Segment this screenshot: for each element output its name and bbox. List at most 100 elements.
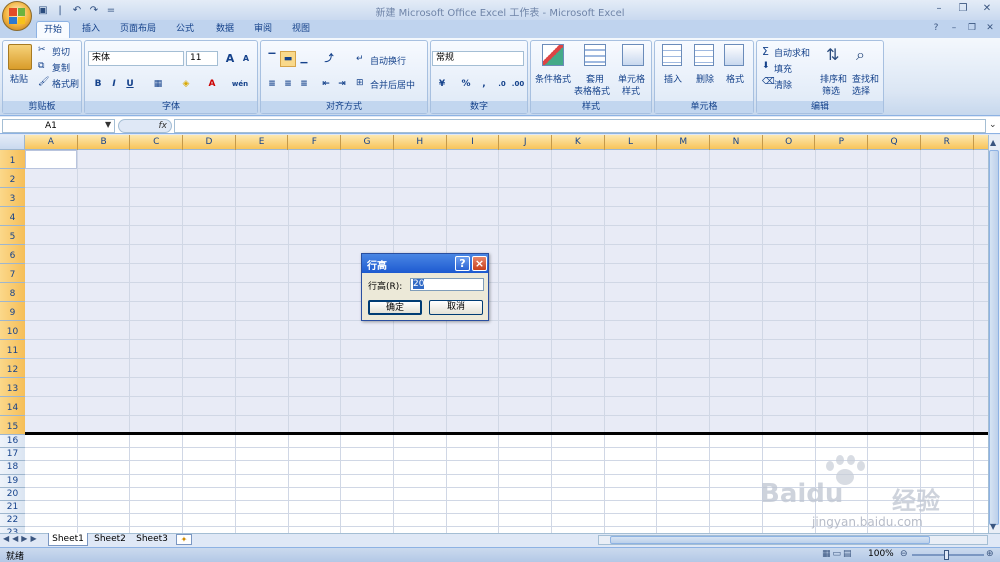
help-icon[interactable]: ? (930, 22, 942, 34)
column-header[interactable]: C (130, 135, 184, 150)
sheet-nav-icons[interactable]: ◀◀▶▶ (3, 534, 40, 543)
number-format-combo[interactable]: 常规 (432, 51, 524, 66)
tab-formulas[interactable]: 公式 (168, 21, 202, 38)
find-select-icon[interactable]: ⌕ (856, 45, 865, 65)
bold-button[interactable]: B (90, 76, 106, 92)
paste-button[interactable]: 粘贴 (10, 72, 28, 85)
tab-insert[interactable]: 插入 (74, 21, 108, 38)
borders-icon[interactable]: ▦ (150, 76, 166, 92)
row-header[interactable]: 16 (0, 435, 25, 449)
row-header[interactable]: 12 (0, 359, 25, 378)
cut-icon[interactable]: ✂ (38, 45, 46, 55)
row-header[interactable]: 13 (0, 378, 25, 397)
font-color-button[interactable]: A (204, 76, 220, 92)
cell-styles-icon[interactable] (622, 44, 644, 66)
align-left-icon[interactable]: ≡ (264, 76, 280, 92)
column-header[interactable]: F (289, 135, 342, 150)
dialog-help-button[interactable]: ? (455, 256, 470, 271)
table-format-icon[interactable] (584, 44, 606, 66)
conditional-format-button[interactable]: 条件格式 (535, 72, 571, 85)
column-header[interactable]: G (341, 135, 394, 150)
minimize-icon[interactable]: – (930, 2, 948, 16)
cut-button[interactable]: 剪切 (52, 45, 70, 58)
fill-icon[interactable]: ⬇ (762, 61, 770, 71)
column-header[interactable]: M (657, 135, 711, 150)
expand-formula-bar-icon[interactable]: ⌄ (989, 120, 997, 130)
column-header[interactable]: A (25, 135, 78, 150)
format-painter-button[interactable]: 格式刷 (52, 77, 79, 90)
cell-styles-label-2[interactable]: 样式 (622, 84, 640, 97)
column-header[interactable]: P (816, 135, 869, 150)
vertical-scroll-thumb[interactable] (989, 150, 999, 525)
merge-center-button[interactable]: 合并后居中 (370, 78, 415, 91)
column-header[interactable]: Q (868, 135, 921, 150)
doc-restore-icon[interactable]: ❐ (966, 22, 978, 34)
zoom-slider-thumb[interactable] (944, 550, 949, 560)
office-button[interactable] (2, 1, 32, 31)
name-box-dropdown-icon[interactable]: ▼ (105, 120, 111, 129)
fill-color-icon[interactable]: ◈ (178, 76, 194, 92)
row-height-input[interactable]: 20 (410, 278, 484, 291)
column-header[interactable]: K (552, 135, 605, 150)
currency-icon[interactable]: ¥ (434, 76, 450, 92)
doc-minimize-icon[interactable]: – (948, 22, 960, 34)
phonetic-button[interactable]: wén (230, 76, 250, 92)
comma-button[interactable]: , (476, 76, 492, 92)
delete-cells-icon[interactable] (694, 44, 714, 66)
horizontal-scroll-thumb[interactable] (610, 536, 930, 544)
column-header[interactable]: O (763, 135, 816, 150)
row-header[interactable]: 19 (0, 474, 25, 488)
sort-filter-label-2[interactable]: 筛选 (822, 84, 840, 97)
format-cells-button[interactable]: 格式 (726, 72, 744, 85)
insert-cells-button[interactable]: 插入 (664, 72, 682, 85)
row-header[interactable]: 15 (0, 416, 25, 435)
tab-data[interactable]: 数据 (208, 21, 242, 38)
find-select-label-2[interactable]: 选择 (852, 84, 870, 97)
format-painter-icon[interactable]: 🖌 (38, 77, 49, 87)
scroll-up-icon[interactable]: ▲ (990, 138, 996, 147)
row-header[interactable]: 3 (0, 188, 25, 207)
column-header[interactable]: J (499, 135, 552, 150)
column-header[interactable]: I (447, 135, 500, 150)
decrease-decimal-icon[interactable]: .00 (510, 76, 526, 92)
tab-home[interactable]: 开始 (36, 21, 70, 38)
row-header[interactable]: 20 (0, 487, 25, 501)
row-header[interactable]: 1 (0, 150, 25, 169)
conditional-format-icon[interactable] (542, 44, 564, 66)
doc-close-icon[interactable]: ✕ (984, 22, 996, 34)
clear-icon[interactable]: ⌫ (762, 77, 775, 87)
clear-button[interactable]: 清除 (774, 78, 792, 91)
autosum-icon[interactable]: Σ (762, 45, 769, 58)
format-cells-icon[interactable] (724, 44, 744, 66)
wrap-text-icon[interactable]: ↵ (356, 54, 364, 64)
percent-button[interactable]: % (458, 76, 474, 92)
sheet-tab-1[interactable]: Sheet1 (48, 533, 88, 546)
column-header[interactable]: E (236, 135, 289, 150)
column-header[interactable]: L (605, 135, 658, 150)
row-header[interactable]: 4 (0, 207, 25, 226)
zoom-out-icon[interactable]: ⊖ (900, 549, 908, 559)
orientation-icon[interactable]: ⤴ (318, 51, 340, 67)
select-all-button[interactable] (0, 135, 25, 150)
column-header[interactable]: B (78, 135, 131, 150)
align-bottom-icon[interactable]: ▁ (296, 51, 312, 67)
align-middle-icon[interactable]: ▬ (280, 51, 296, 67)
align-top-icon[interactable]: ▔ (264, 51, 280, 67)
row-header[interactable]: 6 (0, 245, 25, 264)
row-header[interactable]: 11 (0, 340, 25, 359)
sheet-tab-2[interactable]: Sheet2 (90, 533, 130, 546)
insert-function-button[interactable]: fx (118, 119, 172, 133)
sort-filter-icon[interactable]: ⇅ (826, 45, 839, 64)
insert-sheet-icon[interactable]: ✦ (176, 534, 192, 545)
view-buttons-icons[interactable]: ▦▭▤ (822, 549, 854, 559)
name-box[interactable]: A1 (2, 119, 115, 133)
grow-font-button[interactable]: A (222, 51, 238, 67)
row-header[interactable]: 22 (0, 514, 25, 528)
increase-decimal-icon[interactable]: .0 (494, 76, 510, 92)
merge-center-icon[interactable]: ⊞ (356, 78, 364, 88)
copy-icon[interactable]: ⧉ (38, 61, 44, 71)
column-header[interactable]: H (394, 135, 447, 150)
row-header[interactable]: 7 (0, 264, 25, 283)
zoom-level[interactable]: 100% (868, 549, 894, 559)
close-icon[interactable]: ✕ (978, 2, 996, 16)
